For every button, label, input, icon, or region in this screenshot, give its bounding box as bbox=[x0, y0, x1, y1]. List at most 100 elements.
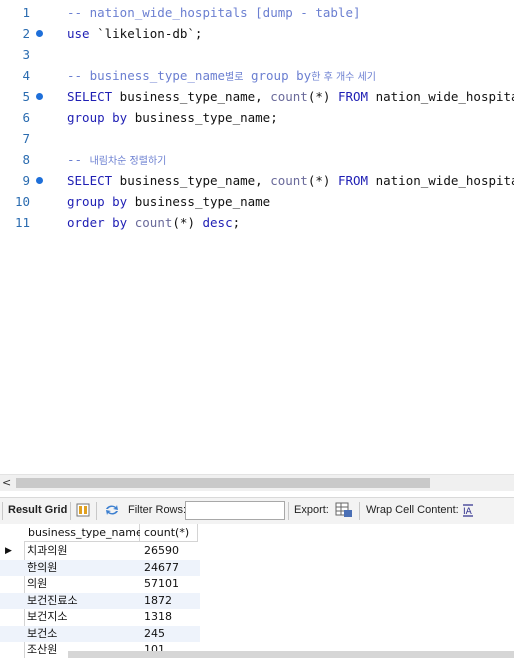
code-token: group by bbox=[67, 110, 128, 125]
line-number: 7 bbox=[22, 131, 30, 146]
cell-count[interactable]: 1318 bbox=[141, 609, 199, 626]
line-number: 1 bbox=[22, 5, 30, 20]
code-token: order by bbox=[67, 215, 128, 230]
code-text: SELECT business_type_name, count(*) FROM… bbox=[67, 170, 514, 191]
cell-business-type-name[interactable]: 보건소 bbox=[24, 626, 140, 643]
code-token: business_type_name, bbox=[112, 89, 271, 104]
code-token: ; bbox=[232, 215, 241, 230]
code-token: -- nation_wide_hospitals [dump - table] bbox=[67, 5, 361, 20]
table-row[interactable]: 보건진료소 1872 bbox=[0, 592, 200, 610]
code-text: -- business_type_name별로 group by한 후 개수 세… bbox=[67, 65, 376, 88]
code-line[interactable]: 11 order by count(*) desc; bbox=[0, 212, 514, 233]
code-token: SELECT bbox=[67, 173, 113, 188]
code-line[interactable]: 4 -- business_type_name별로 group by한 후 개수 … bbox=[0, 65, 514, 86]
toolbar-divider bbox=[96, 502, 97, 520]
line-number: 4 bbox=[22, 68, 30, 83]
code-token: -- business_type_name bbox=[67, 68, 226, 83]
code-token: nation_wide_hospitals bbox=[375, 173, 514, 188]
code-text: SELECT business_type_name, count(*) FROM… bbox=[67, 86, 514, 107]
table-row[interactable]: 보건지소 1318 bbox=[0, 609, 200, 626]
code-text: group by business_type_name bbox=[67, 191, 270, 212]
table-row[interactable]: 한의원 24677 bbox=[0, 559, 200, 577]
line-number: 10 bbox=[14, 194, 30, 209]
code-token: nation_wide_hospitals bbox=[375, 89, 514, 104]
cell-count[interactable]: 24677 bbox=[141, 560, 199, 577]
line-number: 5 bbox=[22, 89, 30, 104]
code-token: (*) bbox=[307, 89, 338, 104]
code-token: (*) bbox=[307, 173, 338, 188]
table-row[interactable]: 의원 57101 bbox=[0, 576, 200, 593]
code-token: group by bbox=[67, 194, 128, 209]
cell-business-type-name[interactable]: 보건지소 bbox=[24, 609, 140, 626]
wrap-cell-content-label: Wrap Cell Content: bbox=[366, 504, 459, 516]
scroll-left-icon[interactable]: < bbox=[2, 476, 11, 489]
code-line[interactable]: 6 group by business_type_name; bbox=[0, 107, 514, 128]
scrollbar-thumb[interactable] bbox=[16, 478, 430, 488]
cell-count[interactable]: 26590 bbox=[141, 543, 199, 560]
code-line[interactable]: 8 -- 내림차순 정렬하기 bbox=[0, 149, 514, 170]
code-token: FROM bbox=[337, 173, 369, 188]
result-toolbar: Result Grid Filter Rows: Export: Wrap Ce… bbox=[0, 497, 514, 525]
line-number: 3 bbox=[22, 47, 30, 62]
table-row[interactable]: ▶ 치과의원 26590 bbox=[0, 543, 200, 560]
code-token: business_type_name; bbox=[127, 110, 278, 125]
grid-horizontal-scrollbar[interactable] bbox=[68, 651, 514, 658]
cell-business-type-name[interactable]: 보건진료소 bbox=[24, 593, 140, 610]
statement-marker-icon[interactable] bbox=[36, 30, 43, 37]
code-token: 내림차순 정렬하기 bbox=[89, 156, 167, 167]
export-label: Export: bbox=[294, 504, 329, 516]
cell-business-type-name[interactable]: 한의원 bbox=[24, 560, 140, 577]
line-number: 8 bbox=[22, 152, 30, 167]
code-token: (*) bbox=[172, 215, 203, 230]
code-text: use `likelion-db`; bbox=[67, 23, 202, 44]
cell-business-type-name[interactable]: 치과의원 bbox=[24, 543, 140, 560]
wrap-text-icon[interactable]: IA bbox=[462, 503, 474, 517]
code-line[interactable]: 3 bbox=[0, 44, 514, 65]
code-token: desc bbox=[202, 215, 233, 230]
table-row[interactable]: 보건소 245 bbox=[0, 625, 200, 643]
code-token: `likelion-db`; bbox=[89, 26, 203, 41]
statement-marker-icon[interactable] bbox=[36, 93, 43, 100]
result-grid: business_type_name count(*) ▶ 치과의원 26590 한의… bbox=[0, 524, 514, 658]
code-token: count bbox=[270, 89, 308, 104]
toolbar-divider bbox=[359, 502, 360, 520]
code-line[interactable]: 10 group by business_type_name bbox=[0, 191, 514, 212]
code-line[interactable]: 1 -- nation_wide_hospitals [dump - table] bbox=[0, 2, 514, 23]
filter-rows-label: Filter Rows: bbox=[128, 504, 187, 516]
cell-count[interactable]: 245 bbox=[141, 626, 199, 643]
editor-horizontal-scrollbar[interactable]: < bbox=[0, 474, 514, 491]
refresh-icon[interactable] bbox=[104, 503, 120, 517]
code-token: business_type_name, bbox=[112, 173, 271, 188]
code-token: count bbox=[134, 215, 173, 230]
code-token: business_type_name bbox=[127, 194, 271, 209]
line-number: 6 bbox=[22, 110, 30, 125]
statement-marker-icon[interactable] bbox=[36, 177, 43, 184]
code-token: count bbox=[270, 173, 308, 188]
code-line[interactable]: 2 use `likelion-db`; bbox=[0, 23, 514, 44]
code-token: group by bbox=[243, 68, 312, 83]
code-text: order by count(*) desc; bbox=[67, 212, 240, 233]
sql-editor[interactable]: 1 -- nation_wide_hospitals [dump - table]… bbox=[0, 0, 514, 472]
code-text: group by business_type_name; bbox=[67, 107, 278, 128]
result-grid-tab[interactable]: Result Grid bbox=[8, 504, 67, 516]
code-token: 별로 bbox=[225, 72, 244, 83]
cell-count[interactable]: 1872 bbox=[141, 593, 199, 610]
code-text: -- 내림차순 정렬하기 bbox=[67, 149, 166, 172]
code-token: SELECT bbox=[67, 89, 113, 104]
code-token: FROM bbox=[337, 89, 369, 104]
filter-rows-input[interactable] bbox=[185, 501, 285, 520]
code-line[interactable]: 9 SELECT business_type_name, count(*) FRO… bbox=[0, 170, 514, 191]
cell-count[interactable]: 57101 bbox=[141, 576, 199, 593]
toolbar-divider bbox=[70, 502, 71, 520]
code-line[interactable]: 7 bbox=[0, 128, 514, 149]
grid-view-icon[interactable] bbox=[76, 503, 90, 517]
export-icon[interactable] bbox=[335, 502, 353, 518]
toolbar-divider bbox=[2, 502, 3, 520]
code-line[interactable]: 5 SELECT business_type_name, count(*) FRO… bbox=[0, 86, 514, 107]
column-header-business-type-name[interactable]: business_type_name bbox=[24, 524, 143, 542]
cell-business-type-name[interactable]: 의원 bbox=[24, 576, 140, 593]
current-row-indicator-icon: ▶ bbox=[5, 546, 12, 556]
code-text: -- nation_wide_hospitals [dump - table] bbox=[67, 2, 361, 23]
column-header-count[interactable]: count(*) bbox=[140, 524, 198, 542]
